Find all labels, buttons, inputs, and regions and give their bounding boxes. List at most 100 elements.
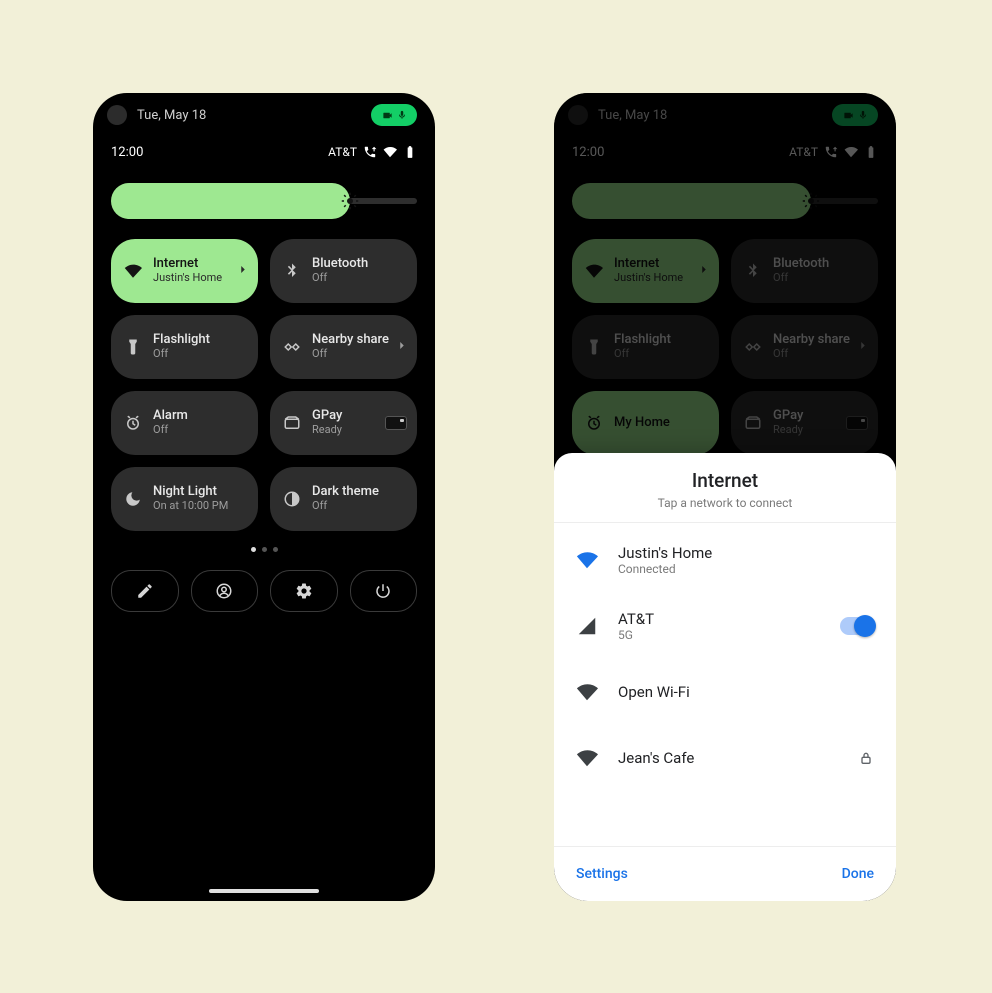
- tile-nearby[interactable]: Nearby shareOff: [270, 315, 417, 379]
- tile-nearby[interactable]: Nearby shareOff: [731, 315, 878, 379]
- status-carrier: AT&T: [328, 145, 357, 159]
- user-button[interactable]: [191, 570, 259, 612]
- avatar-icon[interactable]: [107, 105, 127, 125]
- phone-internet-sheet: Tue, May 18 12:00 AT&T InternetJustin': [554, 93, 896, 901]
- tile-internet[interactable]: InternetJustin's Home: [111, 239, 258, 303]
- power-button[interactable]: [350, 570, 418, 612]
- tile-bluetooth[interactable]: BluetoothOff: [731, 239, 878, 303]
- network-signal-icon: [576, 549, 598, 571]
- tile-title: GPay: [773, 409, 803, 424]
- network-status: 5G: [618, 628, 654, 642]
- tile-title: My Home: [614, 416, 670, 431]
- tile-dark[interactable]: Dark themeOff: [270, 467, 417, 531]
- tile-alarm[interactable]: My Home: [572, 391, 719, 455]
- tile-subtitle: Off: [312, 500, 379, 513]
- sheet-done-button[interactable]: Done: [842, 866, 874, 882]
- alarm-icon: [123, 413, 143, 433]
- tile-subtitle: Ready: [312, 424, 342, 437]
- avatar-icon[interactable]: [568, 105, 588, 125]
- network-status: Connected: [618, 562, 712, 576]
- tile-alarm[interactable]: AlarmOff: [111, 391, 258, 455]
- tile-title: Dark theme: [312, 485, 379, 500]
- status-bar-row1: Tue, May 18: [554, 93, 896, 137]
- chevron-right-icon: [697, 262, 711, 281]
- network-row[interactable]: Justin's HomeConnected: [554, 527, 896, 593]
- tile-subtitle: Off: [773, 348, 850, 361]
- status-date: Tue, May 18: [137, 108, 206, 123]
- tile-title: Internet: [614, 257, 683, 272]
- tile-title: Night Light: [153, 485, 228, 500]
- wifi-calling-icon: [363, 145, 377, 159]
- network-signal-icon: [576, 747, 598, 769]
- lock-icon: [858, 750, 874, 766]
- alarm-icon: [584, 413, 604, 433]
- tile-subtitle: Off: [773, 272, 829, 285]
- edit-button[interactable]: [111, 570, 179, 612]
- network-name: Open Wi-Fi: [618, 683, 690, 701]
- mobile-data-toggle[interactable]: [840, 617, 874, 635]
- tile-title: Nearby share: [773, 333, 850, 348]
- brightness-icon: [799, 189, 823, 213]
- tile-title: Bluetooth: [773, 257, 829, 272]
- chevron-right-icon: [856, 338, 870, 357]
- gesture-bar[interactable]: [209, 889, 319, 893]
- battery-icon: [403, 145, 417, 159]
- status-time: 12:00: [572, 145, 604, 160]
- network-list: Justin's HomeConnectedAT&T5GOpen Wi-FiJe…: [554, 523, 896, 846]
- tile-subtitle: Off: [312, 348, 389, 361]
- wifi-icon: [383, 145, 397, 159]
- brightness-icon: [338, 189, 362, 213]
- tile-subtitle: Ready: [773, 424, 803, 437]
- internet-sheet: Internet Tap a network to connect Justin…: [554, 453, 896, 901]
- tile-title: GPay: [312, 409, 342, 424]
- sheet-settings-button[interactable]: Settings: [576, 866, 628, 882]
- night-icon: [123, 489, 143, 509]
- network-name: AT&T: [618, 610, 654, 628]
- status-date: Tue, May 18: [598, 108, 667, 123]
- qs-footer-buttons: [93, 570, 435, 612]
- tile-night[interactable]: Night LightOn at 10:00 PM: [111, 467, 258, 531]
- screen-record-indicator[interactable]: [371, 104, 417, 126]
- network-row[interactable]: AT&T5G: [554, 593, 896, 659]
- tile-subtitle: Off: [153, 424, 188, 437]
- network-row[interactable]: Jean's Cafe: [554, 725, 896, 791]
- nearby-icon: [282, 337, 302, 357]
- tile-bluetooth[interactable]: BluetoothOff: [270, 239, 417, 303]
- tile-title: Internet: [153, 257, 222, 272]
- internet-icon: [123, 261, 143, 281]
- brightness-slider[interactable]: [572, 183, 878, 219]
- tile-title: Flashlight: [153, 333, 210, 348]
- network-name: Justin's Home: [618, 544, 712, 562]
- chevron-right-icon: [395, 338, 409, 357]
- tile-gpay[interactable]: GPayReady: [731, 391, 878, 455]
- network-name: Jean's Cafe: [618, 749, 694, 767]
- sheet-subtitle: Tap a network to connect: [554, 496, 896, 510]
- network-row[interactable]: Open Wi-Fi: [554, 659, 896, 725]
- tile-title: Nearby share: [312, 333, 389, 348]
- card-chip-icon: [385, 416, 407, 430]
- status-time: 12:00: [111, 145, 143, 160]
- sheet-title: Internet: [554, 469, 896, 492]
- tile-flashlight[interactable]: FlashlightOff: [572, 315, 719, 379]
- flashlight-icon: [123, 337, 143, 357]
- status-bar-row1: Tue, May 18: [93, 93, 435, 137]
- tile-title: Bluetooth: [312, 257, 368, 272]
- settings-button[interactable]: [270, 570, 338, 612]
- screen-record-indicator[interactable]: [832, 104, 878, 126]
- qs-tiles: InternetJustin's HomeBluetoothOffFlashli…: [93, 219, 435, 531]
- internet-icon: [584, 261, 604, 281]
- nearby-icon: [743, 337, 763, 357]
- tile-subtitle: Off: [614, 348, 671, 361]
- network-signal-icon: [576, 615, 598, 637]
- tile-flashlight[interactable]: FlashlightOff: [111, 315, 258, 379]
- tile-gpay[interactable]: GPayReady: [270, 391, 417, 455]
- status-bar-row2: 12:00 AT&T: [554, 137, 896, 167]
- network-signal-icon: [576, 681, 598, 703]
- page-indicator: [93, 547, 435, 552]
- tile-title: Flashlight: [614, 333, 671, 348]
- gpay-icon: [743, 413, 763, 433]
- brightness-slider[interactable]: [111, 183, 417, 219]
- tile-internet[interactable]: InternetJustin's Home: [572, 239, 719, 303]
- flashlight-icon: [584, 337, 604, 357]
- battery-icon: [864, 145, 878, 159]
